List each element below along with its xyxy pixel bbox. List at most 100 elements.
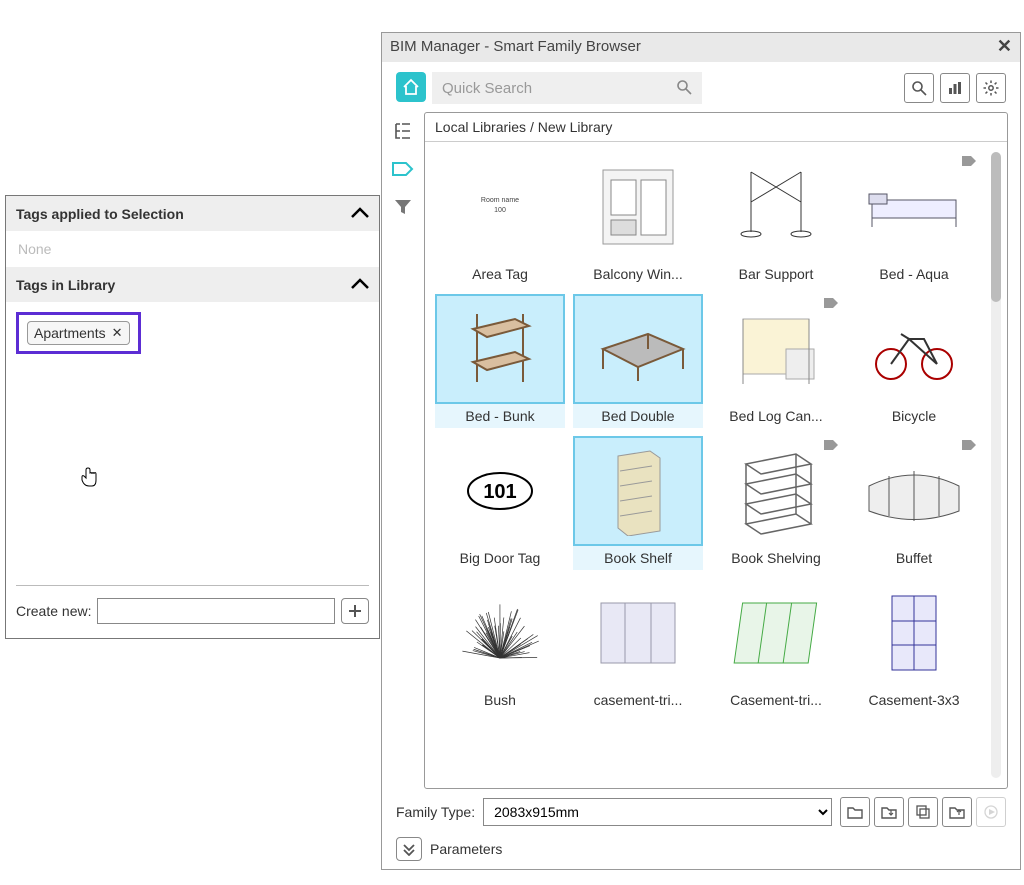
- family-item-label: Book Shelving: [711, 546, 841, 570]
- close-icon[interactable]: ✕: [997, 36, 1012, 57]
- highlight-selection: Apartments ✕: [16, 312, 141, 354]
- breadcrumb[interactable]: Local Libraries / New Library: [425, 113, 1007, 142]
- search-input[interactable]: [442, 80, 676, 97]
- copy-button[interactable]: [908, 797, 938, 827]
- search-box[interactable]: [432, 72, 702, 104]
- family-thumbnail: [573, 294, 703, 404]
- family-item-label: Book Shelf: [573, 546, 703, 570]
- create-new-input[interactable]: [97, 598, 335, 624]
- family-item[interactable]: Casement-3x3: [849, 578, 979, 712]
- open-folder-button[interactable]: [840, 797, 870, 827]
- family-item-label: Bicycle: [849, 404, 979, 428]
- family-item[interactable]: Bed - Bunk: [435, 294, 565, 428]
- parameters-label: Parameters: [430, 841, 502, 857]
- search-icon: [676, 79, 692, 98]
- family-thumbnail: [573, 578, 703, 688]
- family-item[interactable]: Book Shelf: [573, 436, 703, 570]
- family-thumbnail: [849, 436, 979, 546]
- family-browser-window: BIM Manager - Smart Family Browser ✕: [381, 32, 1021, 870]
- family-item[interactable]: Buffet: [849, 436, 979, 570]
- toolbar: [382, 62, 1020, 112]
- svg-text:101: 101: [483, 481, 516, 503]
- family-item-label: casement-tri...: [573, 688, 703, 712]
- content-pane: Local Libraries / New Library Room name 1…: [424, 112, 1008, 789]
- family-item[interactable]: Bar Support: [711, 152, 841, 286]
- stats-button[interactable]: [940, 73, 970, 103]
- settings-button[interactable]: [976, 73, 1006, 103]
- family-item[interactable]: Bed Double: [573, 294, 703, 428]
- family-thumbnail: [849, 294, 979, 404]
- family-thumbnail: [849, 578, 979, 688]
- chevron-up-icon: [351, 274, 369, 295]
- tag-marker-icon: [961, 438, 977, 450]
- family-item[interactable]: casement-tri...: [573, 578, 703, 712]
- svg-text:100: 100: [494, 207, 506, 214]
- window-title: BIM Manager - Smart Family Browser: [390, 38, 641, 55]
- family-thumbnail: [711, 294, 841, 404]
- left-rail: [382, 112, 424, 789]
- tags-library-body: Apartments ✕: [6, 302, 379, 585]
- tag-chip-label: Apartments: [34, 325, 106, 341]
- family-item[interactable]: Balcony Win...: [573, 152, 703, 286]
- tag-marker-icon: [823, 296, 839, 308]
- family-type-select[interactable]: 2083x915mm: [483, 798, 832, 826]
- family-item-label: Bar Support: [711, 262, 841, 286]
- family-item[interactable]: 101 Big Door Tag: [435, 436, 565, 570]
- family-item[interactable]: Bed Log Can...: [711, 294, 841, 428]
- svg-text:Room name: Room name: [481, 197, 519, 204]
- family-thumbnail: 101: [435, 436, 565, 546]
- scrollbar[interactable]: [991, 152, 1001, 778]
- family-item-label: Bed - Bunk: [435, 404, 565, 428]
- bottom-bar: Family Type: 2083x915mm Parameters: [382, 789, 1020, 869]
- family-thumbnail: [435, 294, 565, 404]
- family-item-label: Buffet: [849, 546, 979, 570]
- family-thumbnail: [849, 152, 979, 262]
- family-thumbnail: [573, 152, 703, 262]
- play-button[interactable]: [976, 797, 1006, 827]
- filter-icon[interactable]: [392, 196, 414, 218]
- family-item-label: Casement-tri...: [711, 688, 841, 712]
- family-item-label: Casement-3x3: [849, 688, 979, 712]
- family-thumbnail: [711, 578, 841, 688]
- tag-marker-icon: [961, 154, 977, 166]
- family-thumbnail: [711, 152, 841, 262]
- export-button[interactable]: [942, 797, 972, 827]
- tags-applied-label: Tags applied to Selection: [16, 206, 184, 222]
- close-icon[interactable]: ✕: [112, 325, 123, 341]
- family-item-label: Bed Double: [573, 404, 703, 428]
- family-item[interactable]: Casement-tri...: [711, 578, 841, 712]
- family-item-label: Bed - Aqua: [849, 262, 979, 286]
- family-thumbnail: [573, 436, 703, 546]
- import-button[interactable]: [874, 797, 904, 827]
- family-item[interactable]: Book Shelving: [711, 436, 841, 570]
- family-item[interactable]: Bush: [435, 578, 565, 712]
- create-new-label: Create new:: [16, 603, 91, 619]
- family-type-label: Family Type:: [396, 804, 475, 820]
- family-item[interactable]: Bed - Aqua: [849, 152, 979, 286]
- family-thumbnail: Room name 100: [435, 152, 565, 262]
- parameters-toggle[interactable]: [396, 837, 422, 861]
- family-item[interactable]: Room name100Area Tag: [435, 152, 565, 286]
- tag-icon[interactable]: [392, 158, 414, 180]
- family-item[interactable]: Bicycle: [849, 294, 979, 428]
- family-item-label: Bush: [435, 688, 565, 712]
- create-new-row: Create new:: [16, 585, 369, 638]
- tag-marker-icon: [823, 438, 839, 450]
- chevron-up-icon: [351, 203, 369, 224]
- tree-view-icon[interactable]: [392, 120, 414, 142]
- family-grid: Room name100Area TagBalcony Win...Bar Su…: [425, 142, 1007, 722]
- advanced-search-button[interactable]: [904, 73, 934, 103]
- family-item-label: Big Door Tag: [435, 546, 565, 570]
- scrollbar-thumb[interactable]: [991, 152, 1001, 302]
- tags-library-label: Tags in Library: [16, 277, 115, 293]
- tags-library-header[interactable]: Tags in Library: [6, 267, 379, 302]
- tag-chip-apartments[interactable]: Apartments ✕: [27, 321, 130, 345]
- tags-applied-header[interactable]: Tags applied to Selection: [6, 196, 379, 231]
- family-thumbnail: [711, 436, 841, 546]
- family-item-label: Balcony Win...: [573, 262, 703, 286]
- add-tag-button[interactable]: [341, 598, 369, 624]
- home-button[interactable]: [396, 72, 426, 102]
- tags-panel: Tags applied to Selection None Tags in L…: [5, 195, 380, 639]
- tags-applied-none: None: [6, 231, 379, 267]
- cursor-hand-icon: [79, 466, 99, 493]
